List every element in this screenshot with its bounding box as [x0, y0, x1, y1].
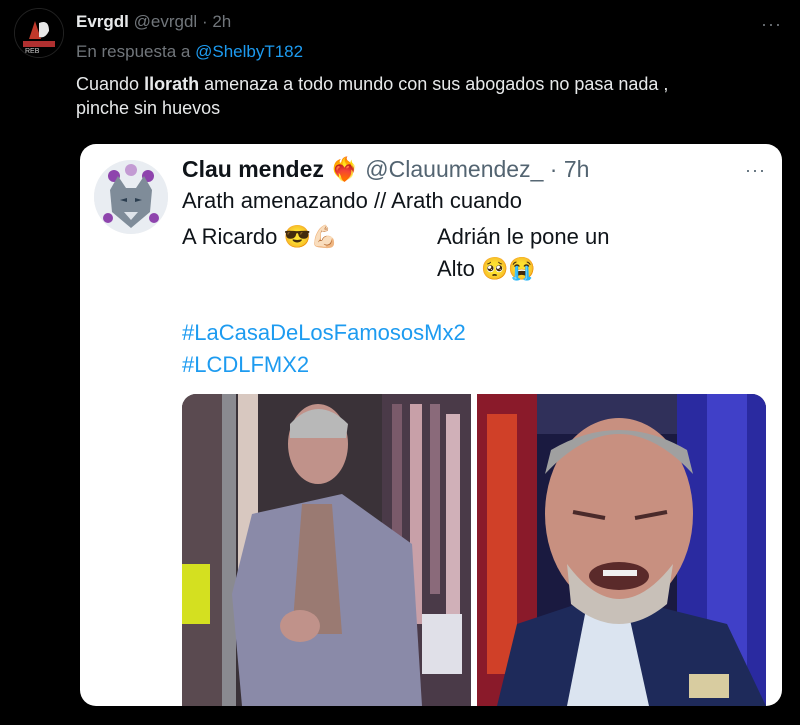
- svg-text:REB: REB: [25, 48, 40, 55]
- quoted-header: Clau mendez ❤️‍🔥 @Clauumendez_ · 7h: [182, 156, 589, 183]
- quoted-text-line1: Arath amenazando // Arath cuando: [182, 188, 523, 213]
- quoted-tweet-card[interactable]: Clau mendez ❤️‍🔥 @Clauumendez_ · 7h ··· …: [80, 144, 782, 706]
- man-in-robe-photo: [182, 394, 471, 706]
- man-crying-photo: [477, 394, 766, 706]
- quoted-text-line2a: A Ricardo 😎💪🏻: [182, 224, 339, 249]
- tweet-text-line2: pinche sin huevos: [76, 98, 221, 118]
- author-handle[interactable]: @evrgdl: [134, 12, 198, 31]
- tweet-header: Evrgdl @evrgdl · 2h: [76, 12, 231, 32]
- author-avatar-image: REB: [15, 9, 63, 57]
- quoted-more-options-icon[interactable]: ···: [745, 160, 766, 181]
- quoted-handle[interactable]: @Clauumendez_: [365, 156, 543, 182]
- tweet-text-part1: Cuando: [76, 74, 145, 94]
- more-options-icon[interactable]: ···: [761, 14, 782, 35]
- reply-context: En respuesta a @ShelbyT182: [76, 42, 303, 62]
- hashtag-lcdlfmx2[interactable]: #LCDLFMX2: [182, 352, 309, 378]
- wolf-avatar-icon: [94, 160, 168, 234]
- time-separator: ·: [201, 12, 208, 31]
- author-display-name[interactable]: Evrgdl: [76, 12, 129, 31]
- media-image-right[interactable]: [477, 394, 766, 706]
- tweet-text-part2: amenaza a todo mundo con sus abogados no…: [199, 74, 669, 94]
- quoted-time[interactable]: 7h: [564, 156, 590, 182]
- hashtag-lacasadelosfamososmx2[interactable]: #LaCasaDeLosFamososMx2: [182, 320, 466, 346]
- media-image-left[interactable]: [182, 394, 471, 706]
- reply-to-link[interactable]: @ShelbyT182: [195, 42, 303, 61]
- tweet-time[interactable]: 2h: [212, 12, 231, 31]
- tweet-text-bold: llorath: [144, 74, 200, 94]
- fire-heart-emoji: ❤️‍🔥: [330, 156, 359, 182]
- quoted-text-line3: Alto 🥺😭: [437, 256, 536, 281]
- quoted-time-separator: ·: [549, 156, 558, 182]
- quoted-display-name[interactable]: Clau mendez: [182, 156, 324, 182]
- quoted-author-avatar[interactable]: [94, 160, 168, 234]
- reply-prefix: En respuesta a: [76, 42, 191, 61]
- author-avatar[interactable]: REB: [14, 8, 64, 58]
- quoted-text-line2b: Adrián le pone un: [437, 224, 610, 249]
- tweet-text: Cuando llorath amenaza a todo mundo con …: [76, 72, 776, 120]
